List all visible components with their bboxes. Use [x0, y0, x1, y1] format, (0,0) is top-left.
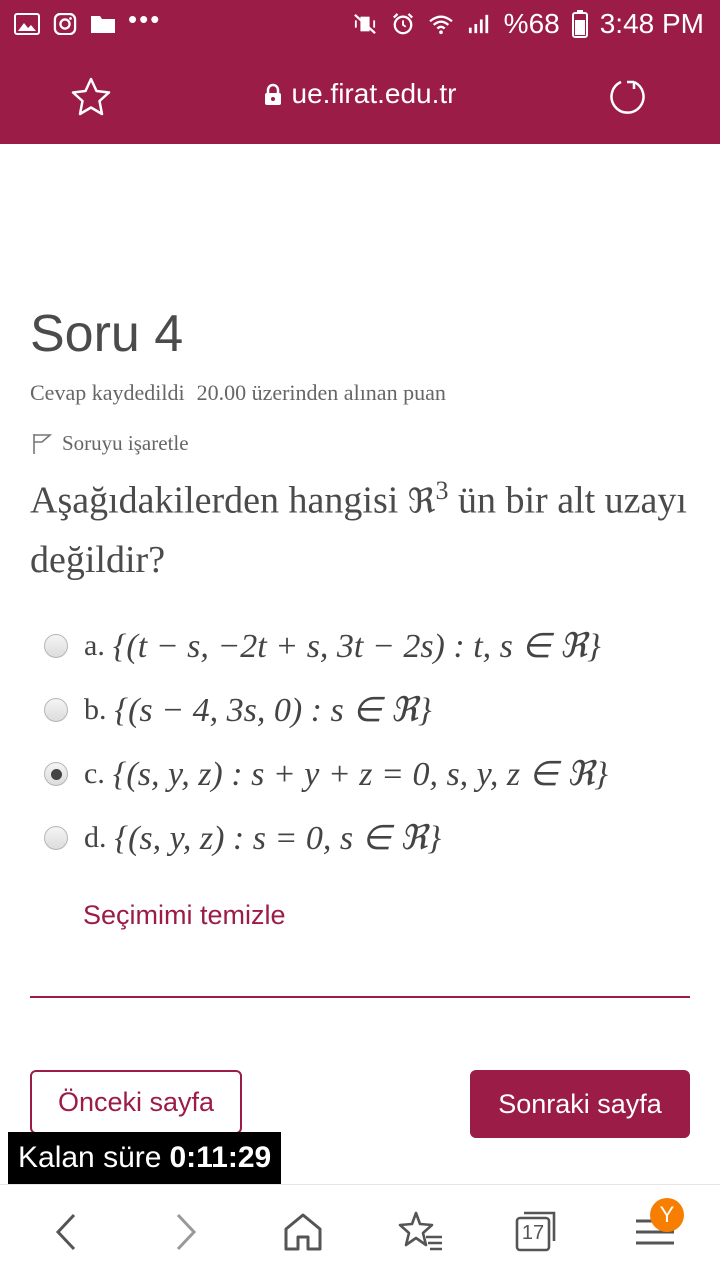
exponent: 3 [435, 476, 449, 505]
radio-option-c[interactable] [44, 762, 68, 786]
status-left-icons: ••• [14, 6, 161, 35]
more-dots-icon: ••• [128, 4, 162, 34]
battery-percent: %68 [503, 8, 560, 39]
flag-question-link[interactable]: Soruyu işaretle [30, 431, 189, 456]
question-meta: Cevap kaydedildi 20.00 üzerinden alınan p… [30, 380, 446, 406]
option-c[interactable]: c. {(s, y, z) : s + y + z = 0, s, y, z ∈… [44, 742, 694, 806]
image-icon [14, 13, 40, 35]
home-icon[interactable] [278, 1207, 328, 1257]
status-bar: ••• %68 3:48 PM [0, 0, 720, 48]
tabs-button[interactable]: 17 [512, 1207, 562, 1257]
clear-selection-link[interactable]: Seçimimi temizle [83, 900, 286, 931]
refresh-icon[interactable] [608, 76, 648, 116]
folder-icon [91, 16, 115, 33]
forward-icon[interactable] [160, 1207, 210, 1257]
option-math: {(s − 4, 3s, 0) : s ∈ ℜ} [114, 692, 432, 729]
instagram-icon [53, 13, 77, 35]
wifi-icon [428, 15, 453, 35]
flag-icon [33, 433, 53, 454]
real-numbers-symbol: ℜ [407, 481, 436, 522]
next-page-button[interactable]: Sonraki sayfa [470, 1070, 690, 1138]
radio-option-b[interactable] [44, 698, 68, 722]
battery-icon [571, 10, 588, 38]
question-text-before: Aşağıdakilerden hangisi [30, 479, 399, 522]
option-letter: a. [84, 629, 105, 662]
timer-value: 0:11:29 [169, 1141, 272, 1174]
previous-page-button[interactable]: Önceki sayfa [30, 1070, 242, 1134]
option-d[interactable]: d. {(s, y, z) : s = 0, s ∈ ℜ} [44, 806, 694, 870]
timer-label: Kalan süre [18, 1141, 162, 1174]
url-text: ue.firat.edu.tr [291, 78, 457, 109]
page-title: Soru 4 [30, 305, 184, 363]
option-letter: d. [84, 821, 107, 854]
option-b[interactable]: b. {(s − 4, 3s, 0) : s ∈ ℜ} [44, 678, 694, 742]
option-letter: b. [84, 693, 107, 726]
clock-time: 3:48 PM [599, 8, 704, 39]
browser-url-bar: ue.firat.edu.tr [0, 48, 720, 144]
answer-status: Cevap kaydedildi [30, 380, 185, 405]
browser-bottom-nav: 17 [0, 1184, 720, 1280]
question-points: 20.00 üzerinden alınan puan [196, 380, 446, 405]
bookmarks-icon[interactable] [396, 1207, 446, 1257]
flag-label: Soruyu işaretle [62, 431, 189, 455]
remaining-time-timer: Kalan süre 0:11:29 [8, 1132, 282, 1184]
signal-icon [468, 14, 488, 34]
question-text: Aşağıdakilerden hangisi ℜ3 ün bir alt uz… [30, 462, 690, 589]
option-math: {(t − s, −2t + s, 3t − 2s) : t, s ∈ ℜ} [112, 628, 601, 665]
radio-option-d[interactable] [44, 826, 68, 850]
option-letter: c. [84, 757, 105, 790]
profile-badge[interactable]: Y [650, 1198, 684, 1232]
alarm-icon [392, 13, 413, 35]
radio-option-a[interactable] [44, 634, 68, 658]
answer-options: a. {(t − s, −2t + s, 3t − 2s) : t, s ∈ ℜ… [44, 614, 694, 870]
tab-count: 17 [521, 1222, 545, 1244]
status-right-icons: %68 3:48 PM [352, 8, 704, 40]
lock-icon [264, 83, 281, 105]
option-math: {(s, y, z) : s + y + z = 0, s, y, z ∈ ℜ} [112, 756, 609, 793]
option-math: {(s, y, z) : s = 0, s ∈ ℜ} [114, 820, 442, 857]
divider [30, 996, 690, 998]
option-a[interactable]: a. {(t − s, −2t + s, 3t − 2s) : t, s ∈ ℜ… [44, 614, 694, 678]
back-icon[interactable] [42, 1207, 92, 1257]
mute-vibrate-icon [353, 13, 376, 35]
